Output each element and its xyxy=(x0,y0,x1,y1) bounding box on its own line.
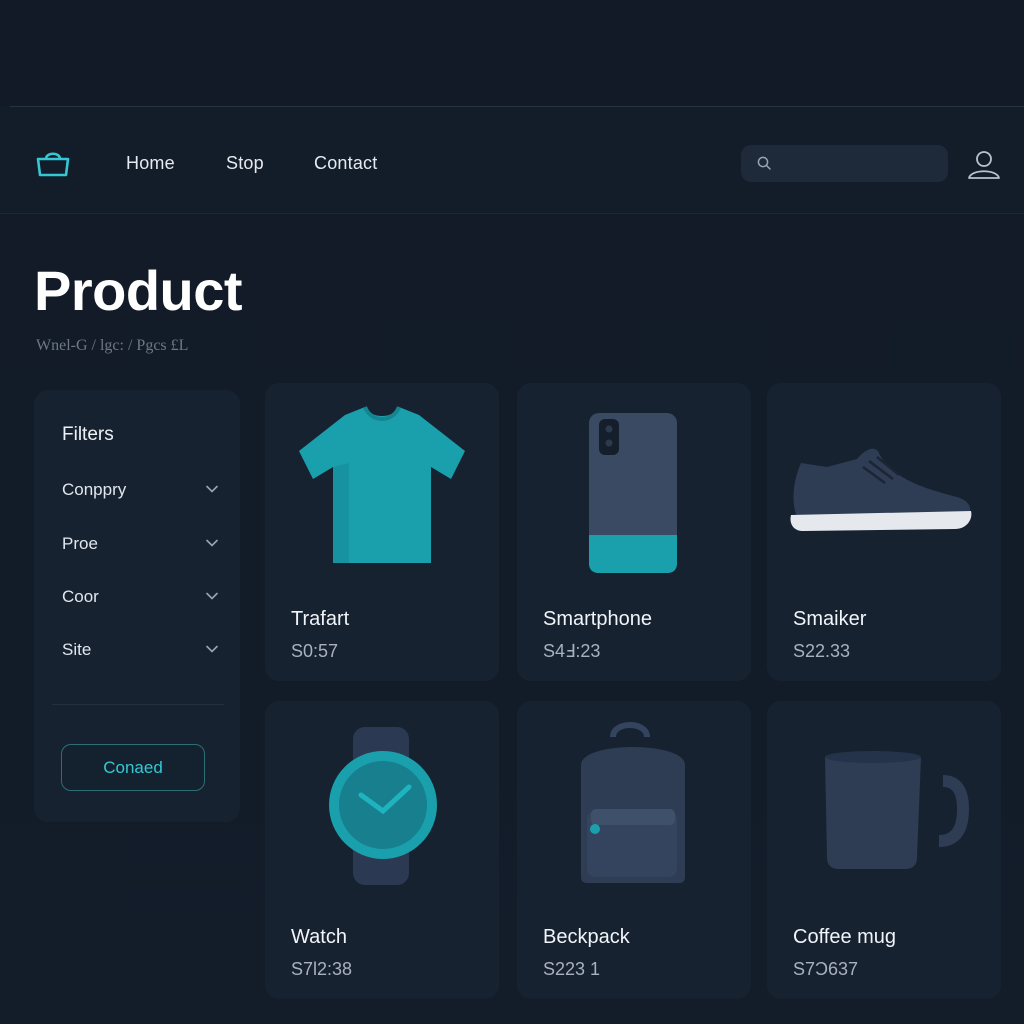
sneaker-icon xyxy=(790,448,972,531)
product-card[interactable]: Smaiker S22.33 xyxy=(767,383,1001,681)
product-name: Trafart xyxy=(291,608,350,630)
coffee-mug-icon xyxy=(825,751,970,869)
filter-proe[interactable]: Proe xyxy=(62,532,218,556)
filter-coor[interactable]: Coor xyxy=(62,585,218,609)
product-name: Smaiker xyxy=(793,608,867,630)
filters-title: Filters xyxy=(62,424,114,445)
user-icon[interactable] xyxy=(966,148,1002,180)
product-name: Beckpack xyxy=(543,926,630,948)
product-price: S223 1 xyxy=(543,959,601,979)
filter-site[interactable]: Site xyxy=(62,638,218,662)
chevron-down-icon xyxy=(206,645,218,653)
filters-divider xyxy=(52,704,224,705)
product-card[interactable]: Watch S7l2:38 xyxy=(265,701,499,999)
chevron-down-icon xyxy=(206,485,218,493)
breadcrumb: Wnel-G / lgc: / Pgcs £L xyxy=(36,337,189,354)
product-price: S7l2:38 xyxy=(291,959,353,979)
search-icon xyxy=(757,156,771,170)
product-page: Home Stop Contact Product Wnel-G / lgc: … xyxy=(0,0,1024,1024)
window-top-bar xyxy=(0,0,1024,106)
page-title: Product xyxy=(34,259,243,322)
filter-label: Site xyxy=(62,640,92,659)
filter-label: Conppry xyxy=(62,480,127,499)
product-name: Watch xyxy=(291,926,347,948)
product-card[interactable]: Smartphone S4Ⅎ:23 xyxy=(517,383,751,681)
nav-stop-link[interactable]: Stop xyxy=(226,153,264,174)
product-card[interactable]: Coffee mug S7Ͻ637 xyxy=(767,701,1001,999)
nav-home-link[interactable]: Home xyxy=(126,153,175,174)
product-name: Smartphone xyxy=(543,608,652,630)
chevron-down-icon xyxy=(206,592,218,600)
search-input[interactable] xyxy=(779,151,943,177)
filters-panel: Filters Conppry Proe Coor Site Conaed xyxy=(34,390,240,822)
product-price: S0:57 xyxy=(291,641,339,661)
product-price: S22.33 xyxy=(793,641,851,661)
filter-conppry[interactable]: Conppry xyxy=(62,478,218,502)
t-shirt-icon xyxy=(299,406,465,563)
filters-apply-button[interactable]: Conaed xyxy=(61,744,205,791)
filter-label: Proe xyxy=(62,534,98,553)
product-name: Coffee mug xyxy=(793,926,897,948)
watch-icon xyxy=(329,727,437,885)
chevron-down-icon xyxy=(206,539,218,547)
product-price: S7Ͻ637 xyxy=(793,959,859,979)
backpack-icon xyxy=(581,722,685,883)
search-box[interactable] xyxy=(741,145,948,182)
navbar: Home Stop Contact xyxy=(0,107,1024,214)
product-card[interactable]: Beckpack S223 1 xyxy=(517,701,751,999)
nav-contact-link[interactable]: Contact xyxy=(314,153,377,174)
smartphone-icon xyxy=(589,413,677,573)
filter-label: Coor xyxy=(62,587,99,606)
product-price: S4Ⅎ:23 xyxy=(543,641,601,661)
basket-icon[interactable] xyxy=(34,149,72,177)
product-card[interactable]: Trafart S0:57 xyxy=(265,383,499,681)
